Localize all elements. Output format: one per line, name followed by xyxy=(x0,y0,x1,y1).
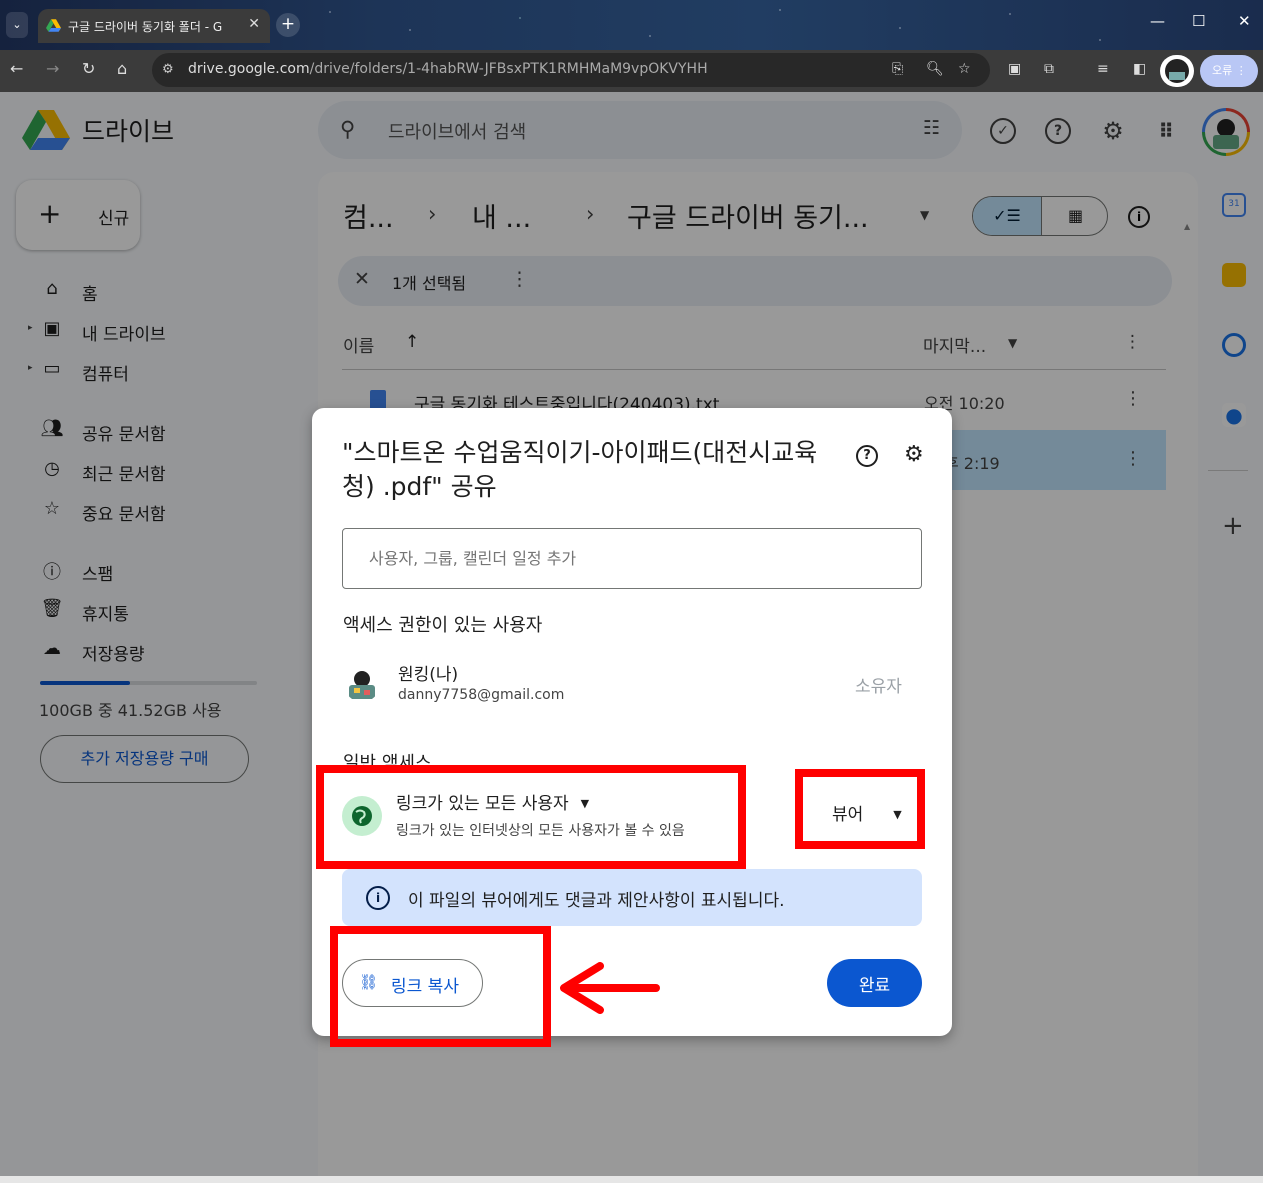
tab-close-icon[interactable]: ✕ xyxy=(248,16,260,32)
tab-title: 구글 드라이버 동기화 폴더 - G xyxy=(68,20,223,34)
zoom-icon[interactable]: 🔍︎ xyxy=(926,61,944,77)
annotation-arrow-icon xyxy=(560,962,660,1014)
home-browser-icon[interactable]: ⌂ xyxy=(117,59,127,78)
browser-toolbar: ← → ↻ ⌂ ⚙ drive.google.com/drive/folders… xyxy=(0,50,1263,92)
people-with-access-heading: 액세스 권한이 있는 사용자 xyxy=(343,615,543,636)
help-icon[interactable]: ? xyxy=(856,445,878,467)
forward-icon[interactable]: → xyxy=(46,59,59,78)
maximize-icon[interactable]: ☐ xyxy=(1192,12,1205,30)
annotation-box-role xyxy=(795,769,925,849)
url-host: drive.google.com xyxy=(188,61,310,77)
install-app-icon[interactable]: ⎘ xyxy=(892,61,903,77)
profile-error-chip[interactable]: 오류 ⋮ xyxy=(1200,55,1258,87)
browser-profile-avatar[interactable] xyxy=(1160,55,1194,87)
minimize-icon[interactable]: — xyxy=(1150,12,1165,30)
browser-tab-active[interactable]: 구글 드라이버 동기화 폴더 - G ✕ xyxy=(38,9,270,43)
new-tab-button[interactable]: + xyxy=(276,13,300,37)
site-info-icon[interactable]: ⚙ xyxy=(162,62,174,77)
add-people-input[interactable] xyxy=(342,528,922,589)
owner-name: 원킹(나) xyxy=(398,665,459,685)
dialog-title: "스마트온 수업움직이기-아이패드(대전시교육청) .pdf" 공유 xyxy=(342,438,818,501)
profile-avatar-icon xyxy=(1165,59,1189,83)
info-notice-text: 이 파일의 뷰어에게도 댓글과 제안사항이 표시됩니다. xyxy=(408,891,785,911)
picture-in-picture-icon[interactable]: ▣ xyxy=(1008,61,1021,77)
bookmark-star-icon[interactable]: ☆ xyxy=(958,61,971,77)
tab-search-button[interactable]: ⌄ xyxy=(6,12,28,38)
taskbar-edge xyxy=(0,1176,1263,1183)
side-panel-icon[interactable]: ◧ xyxy=(1133,61,1146,77)
info-icon: i xyxy=(366,886,390,910)
window-close-icon[interactable]: ✕ xyxy=(1238,12,1251,30)
url-path: /drive/folders/1-4habRW-JFBsxPTK1RMHMaM9… xyxy=(309,61,708,77)
owner-avatar-icon xyxy=(349,671,375,699)
url-text: drive.google.com/drive/folders/1-4habRW-… xyxy=(188,61,708,77)
owner-email: danny7758@gmail.com xyxy=(398,687,565,703)
drive-favicon-icon xyxy=(46,19,61,32)
extensions-icon[interactable]: ⧉ xyxy=(1044,61,1054,77)
address-bar[interactable]: ⚙ drive.google.com/drive/folders/1-4habR… xyxy=(152,53,990,87)
reload-icon[interactable]: ↻ xyxy=(82,59,95,78)
owner-avatar xyxy=(344,666,380,702)
reading-list-icon[interactable]: ≡ xyxy=(1097,61,1109,77)
back-icon[interactable]: ← xyxy=(10,59,23,78)
share-settings-gear-icon[interactable]: ⚙ xyxy=(904,442,924,467)
annotation-box-copy-link xyxy=(330,926,551,1047)
error-chip-label: 오류 xyxy=(1212,64,1233,77)
done-button[interactable]: 완료 xyxy=(827,959,922,1007)
annotation-box-general-access xyxy=(316,765,746,869)
owner-role: 소유자 xyxy=(855,677,902,697)
info-notice: i 이 파일의 뷰어에게도 댓글과 제안사항이 표시됩니다. xyxy=(342,869,922,926)
browser-tab-strip: ⌄ 구글 드라이버 동기화 폴더 - G ✕ + — ☐ ✕ xyxy=(0,0,1263,50)
